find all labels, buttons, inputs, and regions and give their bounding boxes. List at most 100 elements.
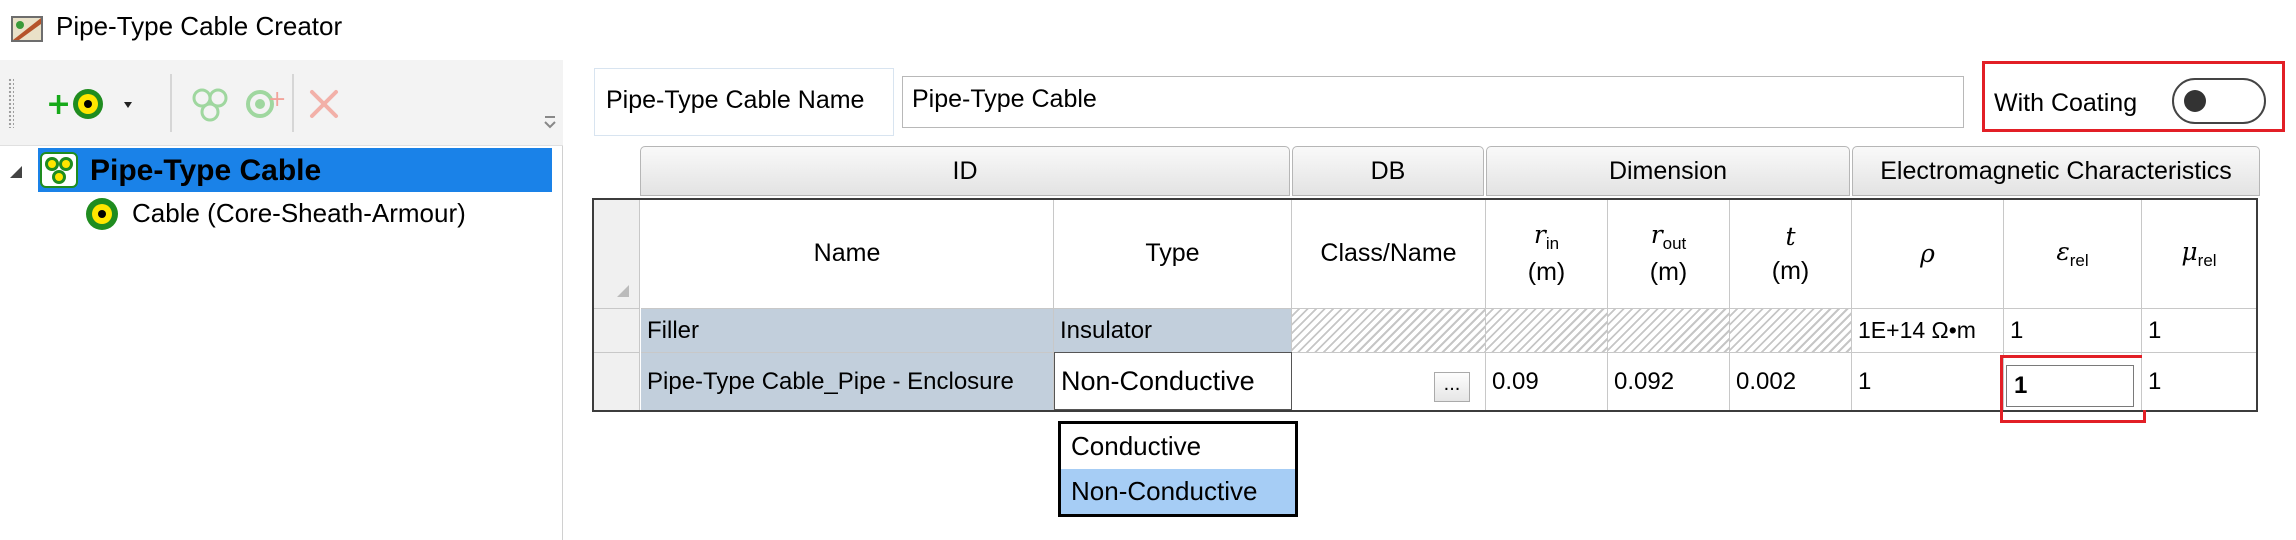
col-header-t[interactable]: t (m): [1730, 200, 1852, 308]
cell-t[interactable]: 0.002: [1730, 352, 1852, 410]
add-cable-icon: +: [46, 87, 103, 122]
cell-r-out[interactable]: 0.092: [1608, 352, 1730, 410]
col-symbol: t: [1785, 221, 1796, 251]
toolbar-overflow-icon[interactable]: [543, 114, 557, 132]
col-label: Class/Name: [1320, 239, 1457, 268]
window-title: Pipe-Type Cable Creator: [56, 11, 343, 41]
cell-eps[interactable]: 1: [2004, 308, 2142, 352]
col-subscript: in: [1545, 234, 1560, 254]
col-symbol: ε: [2056, 237, 2070, 267]
add-item-icon: +: [246, 87, 286, 118]
col-header-eps[interactable]: εrel: [2004, 200, 2142, 308]
cell-mu[interactable]: 1: [2142, 308, 2256, 352]
tree-item-label: Pipe-Type Cable: [90, 154, 322, 187]
dropdown-option-conductive[interactable]: Conductive: [1061, 424, 1295, 469]
cable-name-value: Pipe-Type Cable: [912, 85, 1097, 113]
group-label: Electromagnetic Characteristics: [1880, 156, 2232, 185]
cell-text: 1: [2010, 316, 2024, 344]
cell-r-in: [1486, 308, 1608, 352]
cell-name[interactable]: Pipe-Type Cable_Pipe - Enclosure: [641, 352, 1054, 410]
cell-text: 1E+14 Ω•m: [1858, 317, 1976, 343]
cell-rho[interactable]: 1: [1852, 352, 2004, 410]
row-selector[interactable]: [594, 352, 640, 410]
coating-label: With Coating: [1994, 89, 2138, 117]
cell-r-in[interactable]: 0.09: [1486, 352, 1608, 410]
toolbar-separator: [170, 74, 172, 132]
select-all-icon: [617, 285, 629, 297]
dropdown-option-non-conductive[interactable]: Non-Conductive: [1061, 469, 1295, 514]
cell-text: 1: [1858, 367, 1872, 395]
col-symbol: μ: [2181, 237, 2198, 267]
svg-text:+: +: [46, 87, 71, 122]
add-conductors-icon: [192, 88, 228, 122]
col-header-name[interactable]: Name: [641, 200, 1054, 308]
group-header-dimension[interactable]: Dimension: [1486, 146, 1850, 196]
chevron-down-icon: [124, 102, 132, 108]
delete-button[interactable]: [304, 84, 344, 124]
col-header-r-in[interactable]: rin (m): [1486, 200, 1608, 308]
toolbar-separator: [292, 74, 294, 132]
col-unit: (m): [1527, 258, 1566, 287]
add-item-button[interactable]: +: [242, 84, 286, 124]
cable-creator-icon: [11, 16, 43, 42]
cell-name[interactable]: Filler: [641, 308, 1054, 352]
group-header-db[interactable]: DB: [1292, 146, 1484, 196]
cell-text: 0.002: [1736, 367, 1797, 395]
cell-text: Insulator: [1060, 316, 1153, 344]
cell-text: 1: [2148, 316, 2162, 344]
col-label: Name: [813, 239, 881, 268]
delete-icon: [310, 90, 338, 118]
svg-text:+: +: [268, 87, 286, 112]
browse-button[interactable]: ...: [1434, 372, 1470, 402]
group-header-electromagnetic[interactable]: Electromagnetic Characteristics: [1852, 146, 2260, 196]
grid-corner[interactable]: [594, 200, 640, 310]
col-symbol: r: [1650, 220, 1663, 250]
col-symbol: r: [1533, 220, 1546, 250]
cable-tree-pane: [0, 60, 563, 540]
option-label: Non-Conductive: [1071, 476, 1258, 506]
cell-text: 0.09: [1492, 367, 1539, 395]
col-unit: (m): [1771, 256, 1810, 285]
row-selector[interactable]: [594, 308, 640, 352]
col-label: Type: [1145, 239, 1200, 268]
col-header-mu[interactable]: μrel: [2142, 200, 2256, 308]
cell-r-out: [1608, 308, 1730, 352]
group-label: ID: [952, 156, 978, 185]
group-label: Dimension: [1608, 156, 1728, 185]
option-label: Conductive: [1071, 431, 1202, 461]
eps-highlight: [2000, 355, 2146, 423]
toggle-knob: [2184, 90, 2206, 112]
cell-text: 1: [2148, 367, 2162, 395]
col-unit: (m): [1649, 258, 1688, 287]
group-header-id[interactable]: ID: [640, 146, 1290, 196]
add-conductors-button[interactable]: [188, 84, 232, 124]
col-header-r-out[interactable]: rout (m): [1608, 200, 1730, 308]
col-symbol: ρ: [1920, 239, 1935, 269]
col-header-type[interactable]: Type: [1054, 200, 1292, 308]
pipe-type-cable-icon: [40, 152, 78, 188]
cell-text: 0.092: [1614, 367, 1675, 395]
tree-expand-icon[interactable]: [8, 164, 24, 180]
cell-mu[interactable]: 1: [2142, 352, 2256, 410]
col-header-class-name[interactable]: Class/Name: [1292, 200, 1486, 308]
cell-rho[interactable]: 1E+14 Ω•m: [1852, 308, 2004, 352]
name-label: Pipe-Type Cable Name: [606, 86, 865, 114]
col-subscript: rel: [2197, 251, 2217, 271]
group-label: DB: [1370, 156, 1406, 185]
browse-label: ...: [1443, 373, 1461, 395]
toolbar-grip[interactable]: [8, 78, 14, 128]
col-header-rho[interactable]: ρ: [1852, 200, 2004, 308]
title-bar: [0, 0, 2296, 54]
type-combo[interactable]: Non-Conductive: [1054, 352, 1292, 410]
cell-text: Non-Conductive: [1061, 365, 1255, 396]
cell-class-name: [1292, 308, 1486, 352]
cell-text: Filler: [647, 316, 699, 344]
cell-type[interactable]: Insulator: [1054, 308, 1292, 352]
cell-text: Pipe-Type Cable_Pipe - Enclosure: [647, 367, 1014, 395]
tree-item-cable[interactable]: Cable (Core-Sheath-Armour): [132, 198, 466, 229]
cell-t: [1730, 308, 1852, 352]
col-subscript: rel: [2069, 251, 2089, 271]
cable-icon: [86, 198, 118, 230]
add-cable-button[interactable]: +: [46, 84, 142, 124]
col-subscript: out: [1662, 234, 1687, 254]
